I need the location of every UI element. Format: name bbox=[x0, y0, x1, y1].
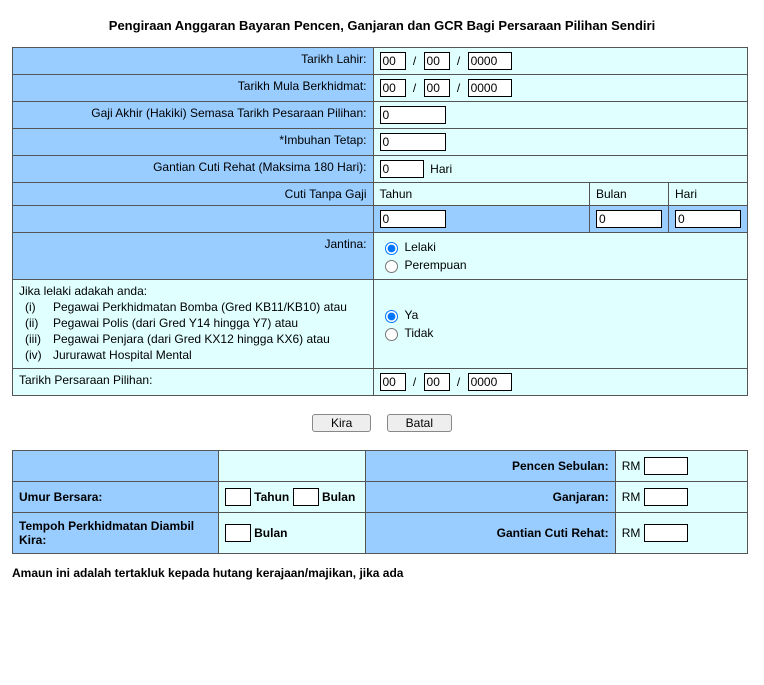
gaji-akhir-input[interactable] bbox=[380, 106, 446, 124]
service-start-month-input[interactable] bbox=[424, 79, 450, 97]
empty-label bbox=[13, 206, 374, 233]
rm-label: RM bbox=[622, 490, 641, 504]
label-gcr: Gantian Cuti Rehat (Maksima 180 Hari): bbox=[13, 156, 374, 183]
list-num: (i) bbox=[25, 300, 53, 314]
label-tarikh-lahir: Tarikh Lahir: bbox=[13, 48, 374, 75]
result-gcr-output bbox=[644, 524, 688, 542]
unit-hari: Hari bbox=[430, 162, 452, 176]
input-form-table: Tarikh Lahir: / / Tarikh Mula Berkhidmat… bbox=[12, 47, 748, 396]
list-num: (iii) bbox=[25, 332, 53, 346]
umur-bulan-output bbox=[293, 488, 319, 506]
result-label-gcr: Gantian Cuti Rehat: bbox=[365, 513, 615, 554]
radio-tidak[interactable] bbox=[385, 328, 398, 341]
lelaki-question: Jika lelaki adakah anda: bbox=[19, 284, 367, 298]
cat-1: Pegawai Perkhidmatan Bomba (Gred KB11/KB… bbox=[53, 300, 347, 314]
cat-3: Pegawai Penjara (dari Gred KX12 hingga K… bbox=[53, 332, 330, 346]
kira-button[interactable]: Kira bbox=[312, 414, 371, 432]
unit-tahun: Tahun bbox=[254, 490, 289, 504]
result-label-umur: Umur Bersara: bbox=[13, 482, 219, 513]
rm-label: RM bbox=[622, 459, 641, 473]
imbuhan-input[interactable] bbox=[380, 133, 446, 151]
radio-lelaki[interactable] bbox=[385, 242, 398, 255]
retire-year-input[interactable] bbox=[468, 373, 512, 391]
unit-bulan: Bulan bbox=[254, 526, 287, 540]
date-separator: / bbox=[457, 81, 460, 95]
radio-ya-label: Ya bbox=[405, 308, 419, 322]
ctg-tahun-input[interactable] bbox=[380, 210, 446, 228]
page-title: Pengiraan Anggaran Bayaran Pencen, Ganja… bbox=[12, 18, 752, 33]
service-start-day-input[interactable] bbox=[380, 79, 406, 97]
list-num: (ii) bbox=[25, 316, 53, 330]
date-separator: / bbox=[413, 375, 416, 389]
empty-cell bbox=[218, 451, 365, 482]
tempoh-bulan-output bbox=[225, 524, 251, 542]
dob-day-input[interactable] bbox=[380, 52, 406, 70]
date-separator: / bbox=[413, 54, 416, 68]
cat-2: Pegawai Polis (dari Gred Y14 hingga Y7) … bbox=[53, 316, 298, 330]
unit-bulan: Bulan bbox=[322, 490, 355, 504]
label-imbuhan: *Imbuhan Tetap: bbox=[13, 129, 374, 156]
button-row: Kira Batal bbox=[12, 414, 752, 432]
radio-lelaki-label: Lelaki bbox=[405, 240, 436, 254]
date-separator: / bbox=[457, 375, 460, 389]
result-label-tempoh: Tempoh Perkhidmatan Diambil Kira: bbox=[13, 513, 219, 554]
rm-label: RM bbox=[622, 526, 641, 540]
radio-ya[interactable] bbox=[385, 310, 398, 323]
label-gaji-akhir: Gaji Akhir (Hakiki) Semasa Tarikh Pesara… bbox=[13, 102, 374, 129]
dob-year-input[interactable] bbox=[468, 52, 512, 70]
dob-month-input[interactable] bbox=[424, 52, 450, 70]
umur-tahun-output bbox=[225, 488, 251, 506]
result-ganjaran-output bbox=[644, 488, 688, 506]
footer-note: Amaun ini adalah tertakluk kepada hutang… bbox=[12, 566, 752, 580]
gcr-days-input[interactable] bbox=[380, 160, 424, 178]
result-pencen-output bbox=[644, 457, 688, 475]
empty-cell bbox=[13, 451, 219, 482]
cat-4: Jururawat Hospital Mental bbox=[53, 348, 192, 362]
ctg-hari-input[interactable] bbox=[675, 210, 741, 228]
results-table: Pencen Sebulan: RM Umur Bersara: Tahun B… bbox=[12, 450, 748, 554]
service-start-year-input[interactable] bbox=[468, 79, 512, 97]
ctg-bulan-input[interactable] bbox=[596, 210, 662, 228]
label-tarikh-persaraan: Tarikh Persaraan Pilihan: bbox=[13, 369, 374, 396]
lelaki-question-cell: Jika lelaki adakah anda: (i)Pegawai Perk… bbox=[13, 280, 374, 369]
label-jantina: Jantina: bbox=[13, 233, 374, 280]
header-bulan: Bulan bbox=[589, 183, 668, 206]
result-label-pencen: Pencen Sebulan: bbox=[365, 451, 615, 482]
result-label-ganjaran: Ganjaran: bbox=[365, 482, 615, 513]
retire-month-input[interactable] bbox=[424, 373, 450, 391]
label-cuti-tanpa-gaji: Cuti Tanpa Gaji bbox=[13, 183, 374, 206]
header-tahun: Tahun bbox=[373, 183, 589, 206]
retire-day-input[interactable] bbox=[380, 373, 406, 391]
radio-perempuan[interactable] bbox=[385, 260, 398, 273]
date-separator: / bbox=[413, 81, 416, 95]
date-separator: / bbox=[457, 54, 460, 68]
radio-tidak-label: Tidak bbox=[405, 326, 434, 340]
list-num: (iv) bbox=[25, 348, 53, 362]
label-tarikh-mula: Tarikh Mula Berkhidmat: bbox=[13, 75, 374, 102]
batal-button[interactable]: Batal bbox=[387, 414, 452, 432]
header-hari: Hari bbox=[668, 183, 747, 206]
radio-perempuan-label: Perempuan bbox=[405, 258, 467, 272]
